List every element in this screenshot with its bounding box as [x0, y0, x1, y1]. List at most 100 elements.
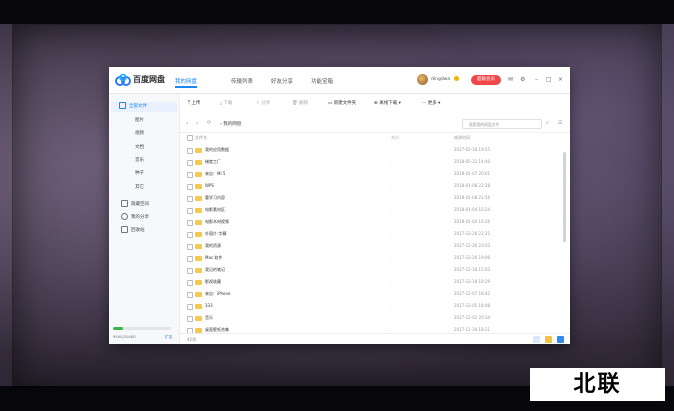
sidebar-item-other[interactable]: 其它: [135, 184, 144, 190]
tab-transfer-list[interactable]: 传输列表: [231, 77, 253, 85]
file-size: -: [391, 267, 393, 272]
list-view-icon[interactable]: ☰: [558, 120, 562, 126]
offline-download-button[interactable]: ⊕ 离线下载 ▾: [374, 100, 401, 106]
table-row[interactable]: 我的资源 - 2017-12-26 23:03: [180, 240, 565, 252]
share-button[interactable]: ⇪ 分享: [256, 100, 270, 106]
close-icon[interactable]: ×: [558, 76, 563, 83]
table-row[interactable]: 我的应用数据 - 2017-02-18 19:55: [180, 144, 565, 156]
search-icon[interactable]: ⌕: [546, 120, 549, 126]
file-size: -: [391, 219, 393, 224]
settings-icon[interactable]: ⚙: [520, 76, 525, 83]
sidebar-item-my-share[interactable]: 我的分享: [121, 213, 149, 220]
row-checkbox[interactable]: [187, 232, 193, 238]
file-name[interactable]: 来自：Mi 5: [205, 171, 225, 177]
sidebar-item-images[interactable]: 图片: [135, 117, 144, 123]
more-button[interactable]: ··· 更多 ▾: [422, 100, 440, 106]
column-modified[interactable]: 修改时间: [454, 135, 470, 141]
table-row[interactable]: 影视收藏 - 2017-12-18 18:29: [180, 276, 565, 288]
row-checkbox[interactable]: [187, 208, 193, 214]
sidebar-item-recycle-bin[interactable]: 回收站: [121, 226, 145, 233]
username[interactable]: dingdwa: [431, 77, 450, 82]
message-icon[interactable]: ✉: [508, 76, 513, 83]
file-name[interactable]: 梯度工厂: [205, 159, 221, 165]
refresh-icon[interactable]: ⟳: [207, 120, 211, 126]
file-date: 2017-02-18 19:55: [454, 147, 491, 152]
file-name[interactable]: 我记的笔记: [205, 267, 225, 273]
row-checkbox[interactable]: [187, 172, 193, 178]
file-name[interactable]: WPS: [205, 183, 214, 188]
new-folder-button[interactable]: ▭ 新建文件夹: [328, 100, 356, 106]
file-size: -: [391, 183, 393, 188]
table-row[interactable]: 电影木材视频 - 2018-01-04 16:26: [180, 216, 565, 228]
file-date: 2017-12-26 22:25: [454, 231, 491, 236]
table-row[interactable]: Mac 软件 - 2017-12-26 19:06: [180, 252, 565, 264]
row-checkbox[interactable]: [187, 268, 193, 274]
forward-arrow-icon[interactable]: ›: [196, 120, 198, 127]
sidebar-item-docs[interactable]: 文档: [135, 144, 144, 150]
file-name[interactable]: 来自：iPhone: [205, 291, 231, 297]
super-member-button[interactable]: 超级会员: [471, 75, 501, 85]
row-checkbox[interactable]: [187, 256, 193, 262]
grid-view-icon[interactable]: [533, 336, 540, 343]
row-checkbox[interactable]: [187, 316, 193, 322]
row-checkbox[interactable]: [187, 160, 193, 166]
scrollbar[interactable]: [563, 152, 566, 242]
avatar[interactable]: [417, 74, 428, 85]
row-checkbox[interactable]: [187, 244, 193, 250]
file-name[interactable]: Mac 软件: [205, 255, 222, 261]
file-name[interactable]: 重学习内容: [205, 195, 225, 201]
file-name[interactable]: 333: [205, 303, 213, 308]
delete-button[interactable]: 🗑 删除: [292, 100, 308, 106]
table-row[interactable]: 音乐 - 2017-12-02 20:34: [180, 312, 565, 324]
table-row[interactable]: 来自：iPhone - 2017-12-07 18:42: [180, 288, 565, 300]
upload-button[interactable]: ⤒ 上传: [188, 100, 200, 106]
file-date: 2017-12-26 23:03: [454, 243, 491, 248]
tab-my-disk[interactable]: 我的网盘: [175, 77, 198, 88]
row-checkbox[interactable]: [187, 148, 193, 154]
select-all-checkbox[interactable]: [187, 135, 193, 141]
sidebar-item-videos[interactable]: 视频: [135, 130, 144, 136]
folder-view-icon[interactable]: [545, 336, 552, 343]
back-arrow-icon[interactable]: ‹: [186, 120, 188, 127]
tab-friend-share[interactable]: 好友分享: [271, 77, 293, 85]
column-name[interactable]: 文件名: [195, 135, 207, 141]
table-row[interactable]: 电影素材区 - 2018-01-04 16:24: [180, 204, 565, 216]
file-name[interactable]: 我的资源: [205, 243, 221, 249]
table-row[interactable]: 我记的笔记 - 2017-12-18 15:03: [180, 264, 565, 276]
file-name[interactable]: 影视收藏: [205, 279, 221, 285]
minimize-icon[interactable]: –: [535, 76, 538, 83]
row-checkbox[interactable]: [187, 280, 193, 286]
table-row[interactable]: 重学习内容 - 2018-01-08 21:56: [180, 192, 565, 204]
sidebar-item-hidden-space[interactable]: 隐藏空间: [121, 200, 149, 207]
row-checkbox[interactable]: [187, 184, 193, 190]
tab-toolbox[interactable]: 功能宝箱: [311, 77, 333, 85]
folder-icon: [195, 171, 202, 177]
row-checkbox[interactable]: [187, 292, 193, 298]
expand-storage-link[interactable]: 扩容: [165, 335, 172, 340]
row-checkbox[interactable]: [187, 304, 193, 310]
file-name[interactable]: 电影素材区: [205, 207, 225, 213]
file-name[interactable]: 我的应用数据: [205, 147, 229, 153]
table-row[interactable]: 333 - 2017-12-05 18:48: [180, 300, 565, 312]
folder-icon: [195, 207, 202, 213]
sidebar-item-torrents[interactable]: 种子: [135, 170, 144, 176]
table-row[interactable]: WPS - 2018-01-08 22:28: [180, 180, 565, 192]
file-name[interactable]: 电影木材视频: [205, 219, 229, 225]
upload-view-icon[interactable]: [557, 336, 564, 343]
table-row[interactable]: 外国片-字幕 - 2017-12-26 22:25: [180, 228, 565, 240]
sidebar-item-all-files[interactable]: 全部文件: [111, 102, 177, 112]
file-name[interactable]: 外国片-字幕: [205, 231, 226, 237]
table-row[interactable]: 梯度工厂 - 2018-05-22 14:40: [180, 156, 565, 168]
maximize-icon[interactable]: □: [546, 76, 552, 83]
row-checkbox[interactable]: [187, 220, 193, 226]
download-button[interactable]: ⤓ 下载: [220, 100, 232, 106]
table-row[interactable]: 来自：Mi 5 - 2018-01-07 20:01: [180, 168, 565, 180]
status-bar: 42项: [180, 333, 570, 344]
file-name[interactable]: 音乐: [205, 315, 213, 321]
sidebar-item-music[interactable]: 音乐: [135, 157, 144, 163]
file-date: 2018-01-04 16:24: [454, 207, 491, 212]
file-size: -: [391, 147, 393, 152]
search-input[interactable]: 搜索我的网盘文件: [462, 119, 542, 129]
column-size[interactable]: 大小: [391, 135, 399, 141]
row-checkbox[interactable]: [187, 196, 193, 202]
